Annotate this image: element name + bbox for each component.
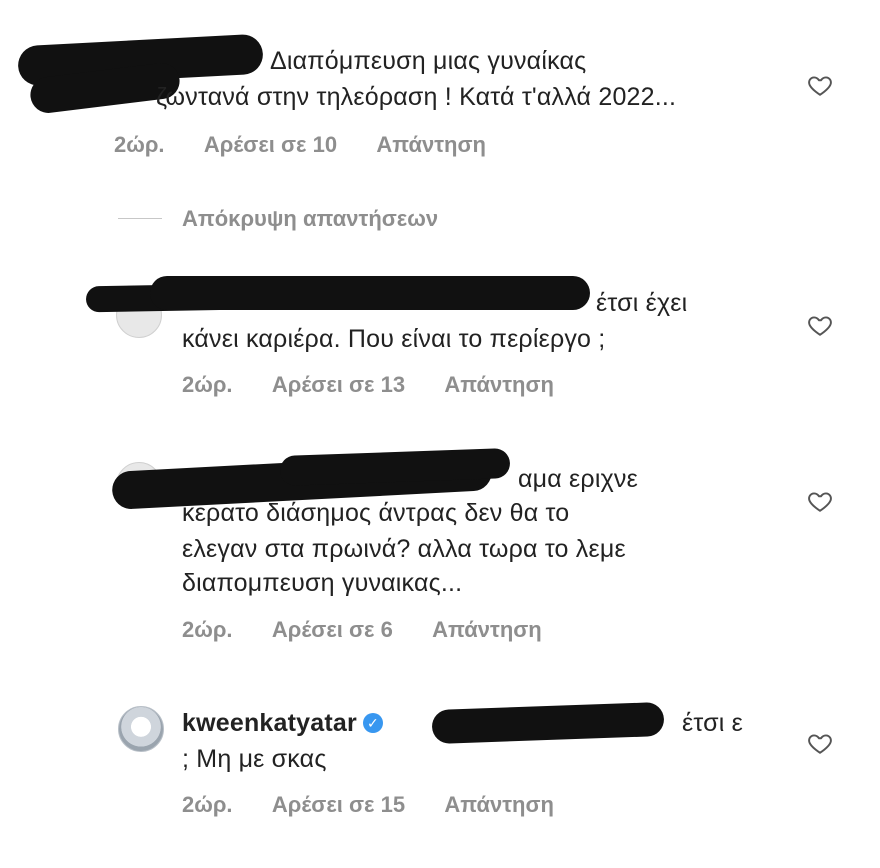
username-link[interactable]: kweenkatyatar <box>182 709 357 737</box>
comment-text: kweenkatyatar ✓ <box>182 706 387 740</box>
comment-meta: 2ώρ. Αρέσει σε 6 Απάντηση <box>182 617 576 643</box>
heart-icon[interactable] <box>806 312 834 338</box>
heart-icon[interactable] <box>806 72 834 98</box>
redaction-mark <box>150 276 590 310</box>
redaction-mark <box>431 701 665 745</box>
heart-icon[interactable] <box>806 730 834 756</box>
timestamp: 2ώρ. <box>182 792 233 817</box>
comment-meta: 2ώρ. Αρέσει σε 15 Απάντηση <box>182 792 588 818</box>
comment-text: κερατο διάσημος άντρας δεν θα το <box>182 499 570 527</box>
comment-text: έτσι ε <box>682 709 743 737</box>
likes-count-link[interactable]: Αρέσει σε 10 <box>204 132 337 157</box>
comment-text: κάνει καριέρα. Που είναι το περίεργο ; <box>182 325 606 353</box>
comment-text: αμα εριχνε <box>518 465 638 493</box>
likes-count-link[interactable]: Αρέσει σε 13 <box>272 372 405 397</box>
timestamp: 2ώρ. <box>182 372 233 397</box>
comment-text: ζωντανά στην τηλεόραση ! Κατά τ'αλλά 202… <box>156 83 677 111</box>
avatar[interactable] <box>118 706 164 752</box>
likes-count-link[interactable]: Αρέσει σε 6 <box>272 617 393 642</box>
heart-icon[interactable] <box>806 488 834 514</box>
reply-button[interactable]: Απάντηση <box>444 792 554 817</box>
comment-text: έτσι έχει <box>596 289 688 317</box>
verified-badge-icon: ✓ <box>362 713 383 733</box>
comment-text: ελεγαν στα πρωινά? αλλα τωρα το λεμε <box>182 535 626 563</box>
reply-button[interactable]: Απάντηση <box>432 617 542 642</box>
comment-meta: 2ώρ. Αρέσει σε 10 Απάντηση <box>114 132 520 158</box>
likes-count-link[interactable]: Αρέσει σε 15 <box>272 792 405 817</box>
divider-line <box>118 218 162 219</box>
comment-text: Διαπόμπευση μιας γυναίκας <box>270 47 587 75</box>
timestamp: 2ώρ. <box>182 617 233 642</box>
reply-button[interactable]: Απάντηση <box>444 372 554 397</box>
timestamp: 2ώρ. <box>114 132 165 157</box>
reply-button[interactable]: Απάντηση <box>376 132 486 157</box>
hide-replies-button[interactable]: Απόκρυψη απαντήσεων <box>118 206 438 232</box>
comment-text: διαπομπευση γυναικας... <box>182 569 463 597</box>
comment-meta: 2ώρ. Αρέσει σε 13 Απάντηση <box>182 372 588 398</box>
comment-text: ; Μη με σκας <box>182 745 327 773</box>
